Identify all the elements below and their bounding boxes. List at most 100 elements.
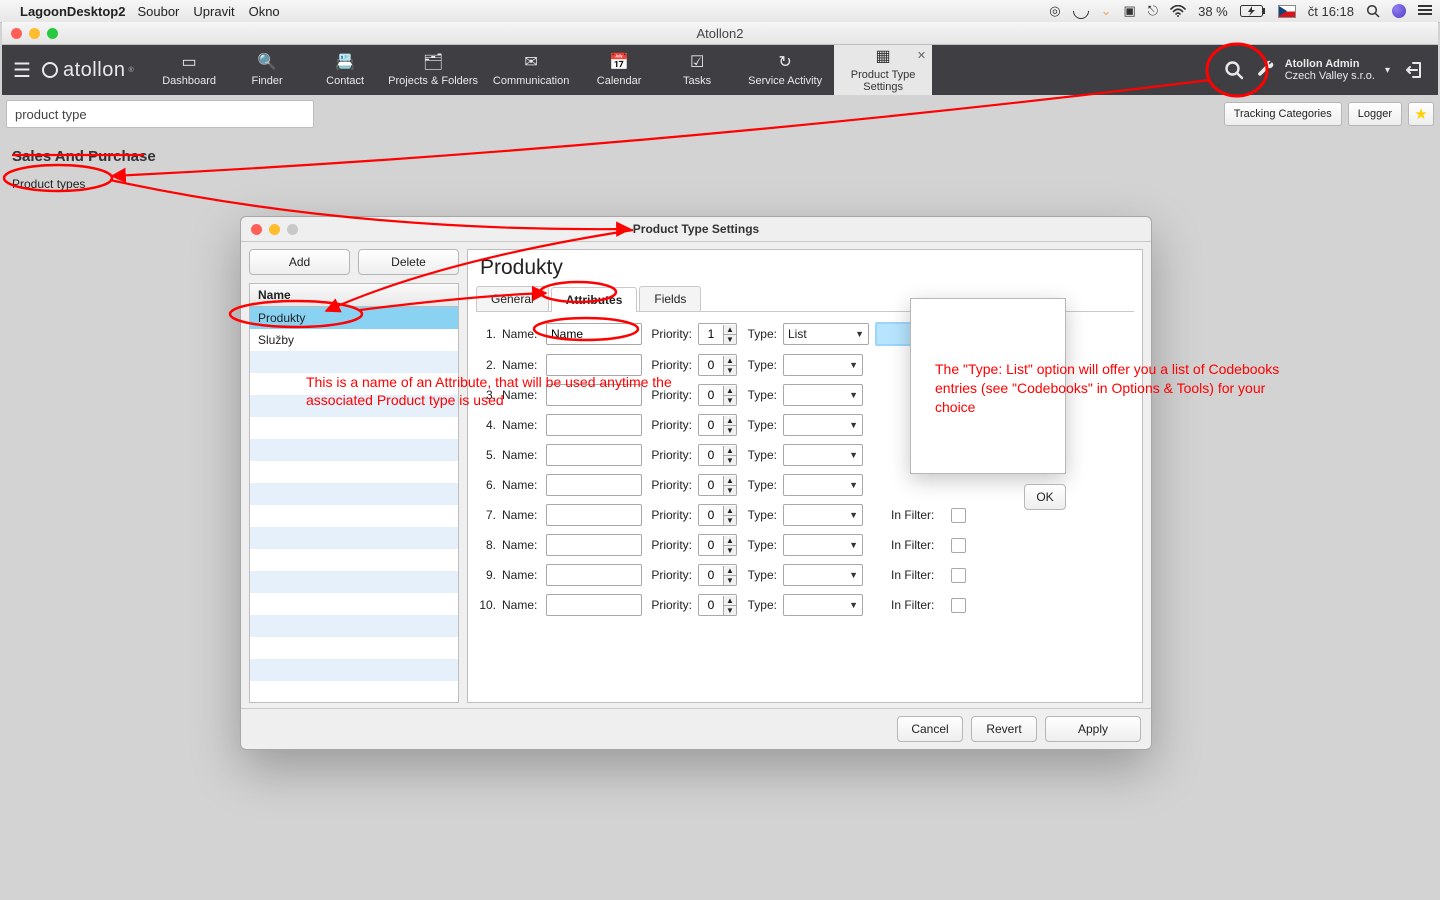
traffic-lights[interactable] bbox=[2, 28, 58, 39]
nav-tab-dashboard[interactable]: ▭Dashboard bbox=[150, 45, 228, 95]
ok-button[interactable]: OK bbox=[1024, 484, 1066, 510]
priority-value[interactable] bbox=[699, 565, 723, 585]
nav-tab-tasks[interactable]: ☑Tasks bbox=[658, 45, 736, 95]
infilter-checkbox[interactable] bbox=[951, 508, 966, 523]
attr-name-input[interactable] bbox=[546, 354, 642, 376]
apply-button[interactable]: Apply bbox=[1045, 716, 1141, 742]
priority-stepper[interactable]: ▲▼ bbox=[698, 444, 737, 466]
priority-value[interactable] bbox=[699, 324, 723, 344]
step-down-icon[interactable]: ▼ bbox=[724, 486, 736, 495]
menubar-item[interactable]: Upravit bbox=[193, 4, 234, 19]
logout-icon[interactable] bbox=[1400, 59, 1430, 81]
list-item[interactable] bbox=[250, 527, 458, 549]
list-item[interactable] bbox=[250, 439, 458, 461]
attr-name-input[interactable] bbox=[546, 504, 642, 526]
step-up-icon[interactable]: ▲ bbox=[724, 356, 736, 366]
priority-value[interactable] bbox=[699, 505, 723, 525]
settings-search-input[interactable]: product type bbox=[6, 100, 314, 128]
add-button[interactable]: Add bbox=[249, 249, 350, 275]
wifi-icon[interactable] bbox=[1170, 5, 1186, 17]
minimize-window-icon[interactable] bbox=[29, 28, 40, 39]
tab-attributes[interactable]: Attributes bbox=[551, 287, 638, 312]
type-select[interactable]: ▼ bbox=[783, 564, 863, 586]
brand-logo[interactable]: atollon® bbox=[42, 45, 150, 95]
list-item[interactable] bbox=[250, 681, 458, 703]
attr-name-input[interactable] bbox=[546, 323, 642, 345]
attr-name-input[interactable] bbox=[546, 474, 642, 496]
chevron-down-icon[interactable]: ⌄ bbox=[1101, 3, 1112, 19]
list-item[interactable] bbox=[250, 571, 458, 593]
list-item[interactable] bbox=[250, 593, 458, 615]
step-up-icon[interactable]: ▲ bbox=[724, 566, 736, 576]
purple-dot-icon[interactable] bbox=[1392, 4, 1406, 18]
type-select[interactable]: ▼ bbox=[783, 354, 863, 376]
nav-tab-service-activity[interactable]: ↻Service Activity bbox=[736, 45, 834, 95]
attr-name-input[interactable] bbox=[546, 534, 642, 556]
step-up-icon[interactable]: ▲ bbox=[724, 386, 736, 396]
priority-stepper[interactable]: ▲▼ bbox=[698, 474, 737, 496]
attr-name-input[interactable] bbox=[546, 384, 642, 406]
step-down-icon[interactable]: ▼ bbox=[724, 456, 736, 465]
priority-stepper[interactable]: ▲▼ bbox=[698, 323, 737, 345]
account-caret-icon[interactable]: ▾ bbox=[1385, 65, 1390, 76]
tab-general[interactable]: General bbox=[476, 286, 549, 311]
step-down-icon[interactable]: ▼ bbox=[724, 335, 736, 344]
nav-tab-finder[interactable]: 🔍Finder bbox=[228, 45, 306, 95]
menubar-app-name[interactable]: LagoonDesktop2 bbox=[20, 4, 125, 19]
cancel-button[interactable]: Cancel bbox=[897, 716, 963, 742]
step-up-icon[interactable]: ▲ bbox=[724, 506, 736, 516]
list-item[interactable] bbox=[250, 351, 458, 373]
dialog-close-icon[interactable] bbox=[251, 224, 262, 235]
control-center-icon[interactable] bbox=[1418, 5, 1432, 17]
list-item[interactable] bbox=[250, 395, 458, 417]
nav-tab-communication[interactable]: ✉Communication bbox=[482, 45, 580, 95]
attr-name-input[interactable] bbox=[546, 444, 642, 466]
priority-value[interactable] bbox=[699, 415, 723, 435]
priority-value[interactable] bbox=[699, 355, 723, 375]
ring-icon[interactable]: ◎ bbox=[1049, 3, 1060, 19]
priority-stepper[interactable]: ▲▼ bbox=[698, 594, 737, 616]
priority-stepper[interactable]: ▲▼ bbox=[698, 564, 737, 586]
menubar-item[interactable]: Okno bbox=[249, 4, 280, 19]
product-types-link[interactable]: Product types bbox=[12, 177, 85, 191]
type-select[interactable]: ▼ bbox=[783, 504, 863, 526]
priority-value[interactable] bbox=[699, 595, 723, 615]
nav-tab-calendar[interactable]: 📅Calendar bbox=[580, 45, 658, 95]
type-select[interactable]: ▼ bbox=[783, 474, 863, 496]
type-select[interactable]: ▼ bbox=[783, 444, 863, 466]
logger-button[interactable]: Logger bbox=[1348, 102, 1402, 126]
close-tab-icon[interactable]: ✕ bbox=[917, 49, 926, 62]
priority-stepper[interactable]: ▲▼ bbox=[698, 534, 737, 556]
attr-name-input[interactable] bbox=[546, 564, 642, 586]
nav-tab-contact[interactable]: 📇Contact bbox=[306, 45, 384, 95]
clock-text[interactable]: čt 16:18 bbox=[1308, 4, 1354, 19]
priority-stepper[interactable]: ▲▼ bbox=[698, 414, 737, 436]
nav-tab-product-type-settings[interactable]: ✕ ▦ Product TypeSettings bbox=[834, 45, 932, 95]
list-item[interactable]: Služby bbox=[250, 329, 458, 351]
priority-stepper[interactable]: ▲▼ bbox=[698, 504, 737, 526]
tab-fields[interactable]: Fields bbox=[639, 286, 701, 311]
gear-icon[interactable] bbox=[1253, 57, 1279, 83]
bluetooth-icon[interactable]: ⎋ bbox=[1148, 3, 1158, 19]
list-item[interactable] bbox=[250, 615, 458, 637]
step-up-icon[interactable]: ▲ bbox=[724, 476, 736, 486]
infilter-checkbox[interactable] bbox=[951, 598, 966, 613]
screen-icon[interactable]: ▣ bbox=[1124, 3, 1136, 19]
list-item[interactable] bbox=[250, 549, 458, 571]
step-down-icon[interactable]: ▼ bbox=[724, 576, 736, 585]
search-icon[interactable] bbox=[1221, 57, 1247, 83]
step-up-icon[interactable]: ▲ bbox=[724, 416, 736, 426]
list-item[interactable] bbox=[250, 373, 458, 395]
flag-cz-icon[interactable] bbox=[1278, 5, 1296, 18]
step-down-icon[interactable]: ▼ bbox=[724, 396, 736, 405]
nav-tab-projects[interactable]: 🗂Projects & Folders bbox=[384, 45, 482, 95]
arc-icon[interactable] bbox=[1069, 0, 1092, 22]
list-item[interactable]: Produkty bbox=[250, 307, 458, 329]
type-select[interactable]: ▼ bbox=[783, 594, 863, 616]
type-select[interactable]: List▼ bbox=[783, 323, 869, 345]
step-down-icon[interactable]: ▼ bbox=[724, 366, 736, 375]
close-window-icon[interactable] bbox=[11, 28, 22, 39]
battery-icon[interactable] bbox=[1240, 5, 1266, 17]
attr-name-input[interactable] bbox=[546, 594, 642, 616]
step-up-icon[interactable]: ▲ bbox=[724, 596, 736, 606]
